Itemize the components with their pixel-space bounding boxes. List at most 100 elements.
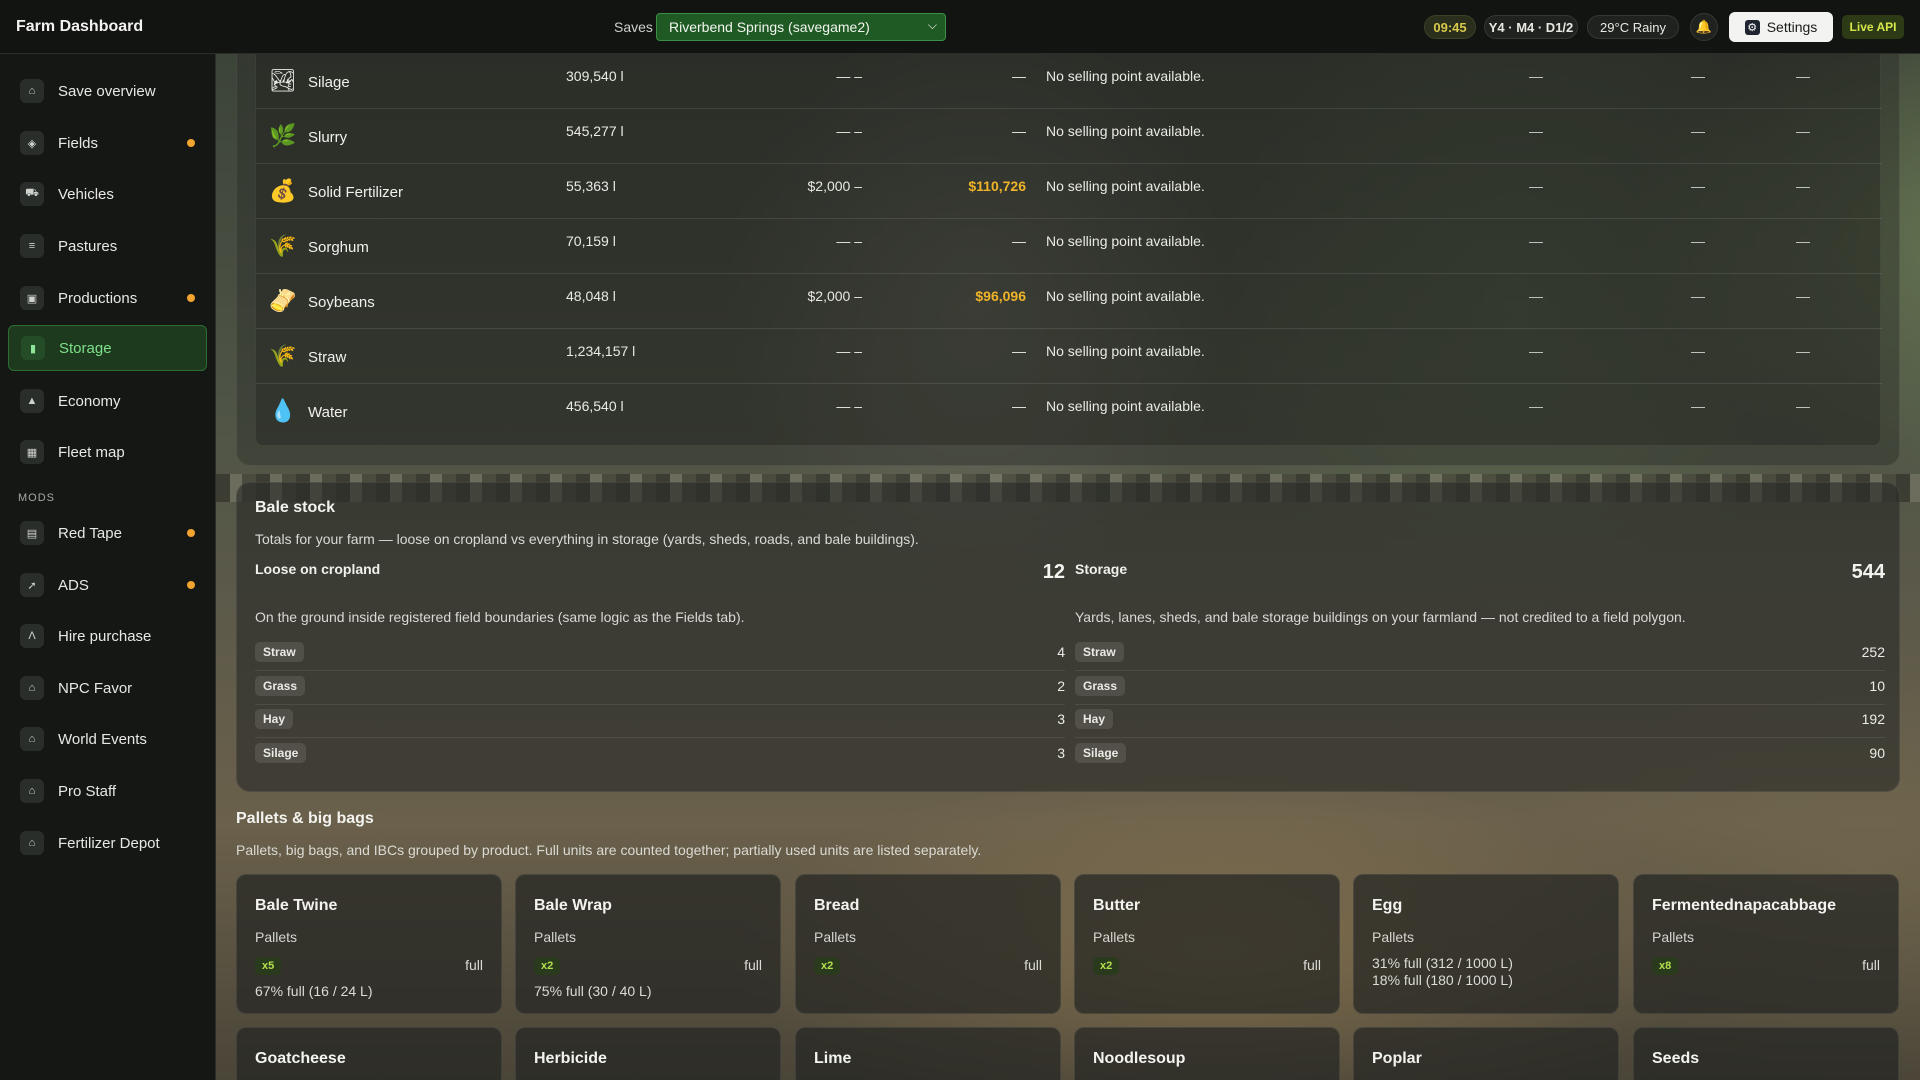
- cell-dash: —: [1691, 233, 1705, 249]
- tractor-icon: ⛟: [20, 182, 44, 206]
- bale-type-tag: Straw: [255, 642, 304, 662]
- product-value: —: [1012, 233, 1026, 249]
- product-name: Straw: [308, 349, 347, 366]
- cell-dash: —: [1529, 398, 1543, 414]
- bale-type-tag: Silage: [1075, 743, 1127, 763]
- water-drop-icon: 💧: [269, 398, 297, 423]
- full-label: full: [1862, 957, 1880, 973]
- cell-dash: —: [1691, 398, 1705, 414]
- sidebar-item-pastures[interactable]: ≡ Pastures: [8, 223, 207, 269]
- sidebar-item-label: Pastures: [58, 237, 118, 255]
- person-icon: ⌂: [20, 676, 44, 700]
- top-bar: Farm Dashboard Saves Riverbend Springs (…: [0, 0, 1920, 54]
- sidebar-item-economy[interactable]: ▲ Economy: [8, 378, 207, 424]
- sidebar-item-storage[interactable]: ▮ Storage: [8, 325, 207, 371]
- product-name: Soybeans: [308, 294, 375, 311]
- sidebar-item-fields[interactable]: ◈ Fields: [8, 120, 207, 166]
- pallet-card[interactable]: Lime: [795, 1027, 1061, 1080]
- pallet-card[interactable]: Bread Pallets x2 full: [795, 874, 1061, 1014]
- partial-detail: 75% full (30 / 40 L): [534, 983, 652, 999]
- bale-type-tag: Straw: [1075, 642, 1124, 662]
- sidebar-item-vehicles[interactable]: ⛟ Vehicles: [8, 171, 207, 217]
- product-amount: 1,234,157 l: [566, 343, 636, 359]
- sidebar-item-productions[interactable]: ▣ Productions: [8, 275, 207, 321]
- card-subtitle: Pallets: [255, 929, 298, 945]
- storage-table-panel: 🏞 Silage 309,540 l — – — No selling poin…: [236, 54, 1900, 466]
- sidebar-item-world-events[interactable]: ⌂ World Events: [8, 716, 207, 762]
- bell-icon[interactable]: 🔔: [1690, 13, 1718, 41]
- chevron-down-icon: ⌵: [927, 18, 937, 32]
- sidebar-item-fertilizer-depot[interactable]: ⌂ Fertilizer Depot: [8, 820, 207, 866]
- column-title: Loose on cropland: [255, 561, 381, 577]
- column-total: 12: [1042, 561, 1065, 583]
- count-badge: x5: [255, 957, 282, 975]
- sidebar-item-ads[interactable]: ➚ ADS: [8, 562, 207, 608]
- card-title: Noodlesoup: [1093, 1050, 1186, 1067]
- pallet-card[interactable]: Bale Wrap Pallets x2 full 75% full (30 /…: [515, 874, 781, 1014]
- product-value: —: [1012, 123, 1026, 139]
- table-row: 🌾 Sorghum 70,159 l — – — No selling poin…: [256, 219, 1882, 274]
- bale-row: Hay 3: [255, 704, 1065, 738]
- product-amount: 55,363 l: [566, 178, 616, 194]
- pallet-card[interactable]: Herbicide: [515, 1027, 781, 1080]
- silo-icon: ▮: [21, 336, 45, 360]
- selling-point: No selling point available.: [1046, 68, 1205, 84]
- card-subtitle: Pallets: [534, 929, 577, 945]
- pallet-card[interactable]: Bale Twine Pallets x5 full 67% full (16 …: [236, 874, 502, 1014]
- pallet-card[interactable]: Goatcheese: [236, 1027, 502, 1080]
- clipboard-icon: ▤: [20, 521, 44, 545]
- time-badge: 09:45: [1424, 15, 1476, 39]
- product-price: — –: [836, 68, 862, 84]
- bale-stock-panel: Bale stock Totals for your farm — loose …: [236, 482, 1900, 792]
- sidebar-item-fleet-map[interactable]: ▦ Fleet map: [8, 429, 207, 475]
- cell-dash: —: [1796, 398, 1810, 414]
- map-icon: ▦: [20, 440, 44, 464]
- sidebar-item-red-tape[interactable]: ▤ Red Tape: [8, 510, 207, 556]
- bale-type-tag: Hay: [255, 709, 294, 729]
- pallet-card[interactable]: Seeds: [1633, 1027, 1899, 1080]
- save-select[interactable]: Riverbend Springs (savegame2) ⌵: [656, 13, 946, 41]
- staff-icon: ⌂: [20, 779, 44, 803]
- soybean-icon: 🫔: [269, 288, 297, 313]
- bale-count: 90: [1869, 745, 1885, 761]
- bale-row: Straw 252: [1075, 637, 1885, 671]
- card-title: Seeds: [1652, 1050, 1700, 1067]
- full-label: full: [1024, 957, 1042, 973]
- saves-label: Saves: [614, 18, 653, 35]
- pallet-card[interactable]: Noodlesoup: [1074, 1027, 1340, 1080]
- settings-button[interactable]: ⚙ Settings: [1729, 12, 1833, 42]
- product-value: $110,726: [968, 178, 1026, 194]
- depot-icon: ⌂: [20, 831, 44, 855]
- field-icon: ◈: [20, 131, 44, 155]
- cell-dash: —: [1529, 178, 1543, 194]
- weather-badge: 29°C Rainy: [1587, 15, 1679, 39]
- pallet-card[interactable]: Poplar: [1353, 1027, 1619, 1080]
- card-subtitle: Pallets: [1372, 929, 1415, 945]
- card-title: Fermentednapacabbage: [1652, 897, 1837, 914]
- card-subtitle: Pallets: [1093, 929, 1136, 945]
- sidebar-item-save-overview[interactable]: ⌂ Save overview: [8, 68, 207, 114]
- product-name: Sorghum: [308, 239, 369, 256]
- bale-type-tag: Silage: [255, 743, 307, 763]
- product-price: $2,000 –: [807, 178, 863, 194]
- cell-dash: —: [1796, 288, 1810, 304]
- pallet-card[interactable]: Fermentednapacabbage Pallets x8 full: [1633, 874, 1899, 1014]
- cell-dash: —: [1796, 123, 1810, 139]
- cell-dash: —: [1691, 178, 1705, 194]
- table-row: 🌾 Straw 1,234,157 l — – — No selling poi…: [256, 329, 1882, 384]
- silage-icon: 🏞: [269, 68, 297, 93]
- storage-bales: Storage 544 Yards, lanes, sheds, and bal…: [1075, 561, 1885, 773]
- card-title: Herbicide: [534, 1050, 607, 1067]
- selling-point: No selling point available.: [1046, 288, 1205, 304]
- sidebar-item-pro-staff[interactable]: ⌂ Pro Staff: [8, 768, 207, 814]
- loose-on-cropland: Loose on cropland 12 On the ground insid…: [255, 561, 1065, 773]
- sidebar-item-hire-purchase[interactable]: Λ Hire purchase: [8, 613, 207, 659]
- pallet-card[interactable]: Butter Pallets x2 full: [1074, 874, 1340, 1014]
- sidebar-item-npc-favor[interactable]: ⌂ NPC Favor: [8, 665, 207, 711]
- bale-type-tag: Hay: [1075, 709, 1114, 729]
- slurry-icon: 🌿: [269, 123, 297, 148]
- sidebar-item-label: Pro Staff: [58, 782, 117, 800]
- notification-dot: [187, 581, 195, 589]
- pallet-card[interactable]: Egg Pallets 31% full (312 / 1000 L) 18% …: [1353, 874, 1619, 1014]
- app-title: Farm Dashboard: [16, 17, 144, 35]
